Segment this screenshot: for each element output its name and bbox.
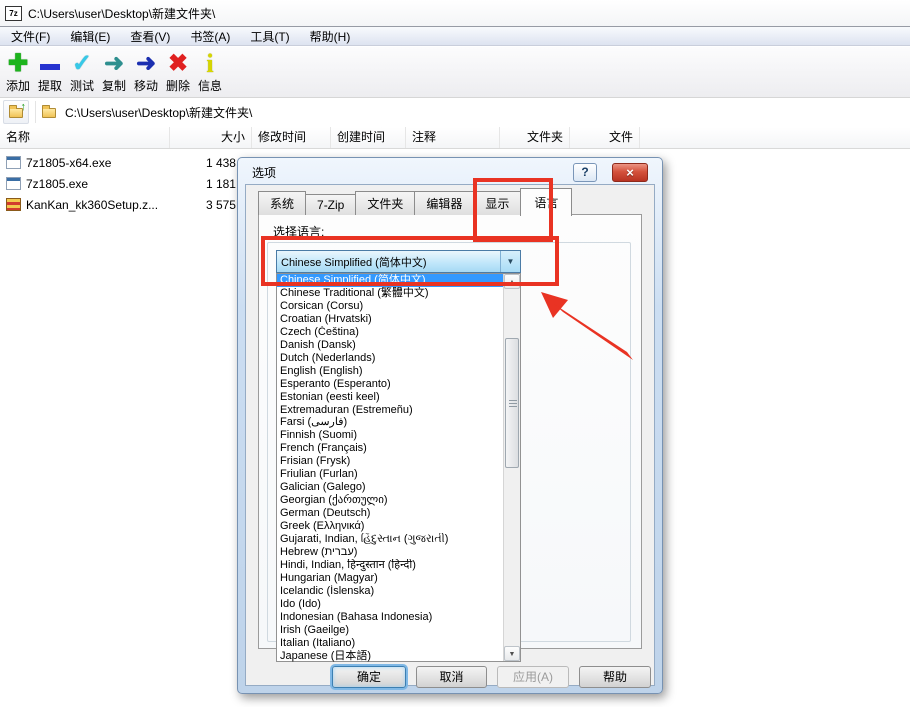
exe-file-icon	[6, 177, 21, 190]
language-option[interactable]: Chinese Traditional (繁體中文)	[277, 287, 504, 300]
language-option[interactable]: Greek (Ελληνικά)	[277, 520, 504, 533]
file-row[interactable]: 7z1805.exe	[0, 173, 88, 194]
language-option[interactable]: Ido (Ido)	[277, 598, 504, 611]
language-option[interactable]: Estonian (eesti keel)	[277, 391, 504, 404]
window-titlebar: 7z C:\Users\user\Desktop\新建文件夹\	[0, 0, 910, 26]
column-folders[interactable]: 文件夹	[500, 127, 570, 148]
annotation-arrow	[525, 283, 645, 373]
menu-edit[interactable]: 编辑(E)	[61, 26, 119, 47]
language-option[interactable]: Dutch (Nederlands)	[277, 352, 504, 365]
help-button-bottom[interactable]: 帮助	[579, 666, 651, 688]
language-option[interactable]: Japanese (日本語)	[277, 650, 504, 663]
language-option[interactable]: Hindi, Indian, हिन्दुस्तान (हिन्दी)	[277, 559, 504, 572]
language-option[interactable]: Corsican (Corsu)	[277, 300, 504, 313]
test-button[interactable]: ✓ 测试	[66, 49, 98, 93]
language-option[interactable]: Georgian (ქართული)	[277, 494, 504, 507]
language-option[interactable]: Danish (Dansk)	[277, 339, 504, 352]
add-button[interactable]: ✚ 添加	[2, 49, 34, 93]
language-option[interactable]: Friulian (Furlan)	[277, 468, 504, 481]
file-size: 1 181 0	[156, 177, 246, 191]
language-option[interactable]: Italian (Italiano)	[277, 637, 504, 650]
language-option[interactable]: French (Français)	[277, 442, 504, 455]
scrollbar-thumb[interactable]	[505, 338, 519, 468]
close-icon[interactable]: ×	[612, 163, 648, 182]
language-option[interactable]: Finnish (Suomi)	[277, 429, 504, 442]
copy-button[interactable]: ➜ 复制	[98, 49, 130, 93]
folder-up-button[interactable]: ↑	[3, 100, 29, 124]
add-icon: ✚	[2, 49, 34, 79]
file-size: 1 438 0	[156, 156, 246, 170]
extract-button[interactable]: ▬ 提取	[34, 49, 66, 93]
language-option[interactable]: Czech (Čeština)	[277, 326, 504, 339]
dropdown-scrollbar[interactable]: ▲ ▼	[503, 274, 520, 661]
column-name[interactable]: 名称	[0, 127, 170, 148]
address-path[interactable]: C:\Users\user\Desktop\新建文件夹\	[65, 104, 252, 121]
app-icon: 7z	[5, 6, 22, 21]
menu-view[interactable]: 查看(V)	[121, 26, 179, 47]
tab-7zip[interactable]: 7-Zip	[305, 194, 356, 215]
tab-system[interactable]: 系统	[258, 191, 306, 215]
language-option[interactable]: Hungarian (Magyar)	[277, 572, 504, 585]
info-icon: i	[194, 49, 226, 79]
archive-file-icon	[6, 198, 21, 211]
window-title: C:\Users\user\Desktop\新建文件夹\	[28, 5, 215, 22]
language-option[interactable]: Galician (Galego)	[277, 481, 504, 494]
menu-bar: 文件(F) 编辑(E) 查看(V) 书签(A) 工具(T) 帮助(H)	[0, 26, 910, 46]
file-size: 3 575 9	[156, 198, 246, 212]
address-bar: ↑ C:\Users\user\Desktop\新建文件夹\	[0, 98, 910, 126]
language-option[interactable]: Irish (Gaeilge)	[277, 624, 504, 637]
file-row[interactable]: KanKan_kk360Setup.z...	[0, 194, 158, 215]
path-folder-icon	[42, 106, 58, 119]
exe-file-icon	[6, 156, 21, 169]
scrollbar-grip	[509, 400, 517, 408]
scroll-down-icon[interactable]: ▼	[504, 646, 520, 661]
language-option[interactable]: German (Deutsch)	[277, 507, 504, 520]
annotation-box-combobox	[261, 236, 559, 286]
toolbar: ✚ 添加 ▬ 提取 ✓ 测试 ➜ 复制 ➜ 移动 ✖ 删除 i 信息	[0, 47, 910, 98]
menu-tools[interactable]: 工具(T)	[241, 26, 298, 47]
tab-editor[interactable]: 编辑器	[414, 191, 474, 215]
language-option[interactable]: Croatian (Hrvatski)	[277, 313, 504, 326]
language-option[interactable]: Indonesian (Bahasa Indonesia)	[277, 611, 504, 624]
language-option[interactable]: Frisian (Frysk)	[277, 455, 504, 468]
annotation-box-language-tab	[473, 178, 553, 242]
language-option[interactable]: Gujarati, Indian, હિંદુસ્તાન (ગુજરાતી)	[277, 533, 504, 546]
file-row[interactable]: 7z1805-x64.exe	[0, 152, 111, 173]
language-option[interactable]: English (English)	[277, 365, 504, 378]
column-files[interactable]: 文件	[570, 127, 640, 148]
dialog-title: 选项	[252, 164, 276, 181]
move-icon: ➜	[130, 49, 162, 79]
info-button[interactable]: i 信息	[194, 49, 226, 93]
tab-folders[interactable]: 文件夹	[355, 191, 415, 215]
language-option[interactable]: Extremaduran (Estremeñu)	[277, 404, 504, 417]
extract-icon: ▬	[34, 49, 66, 79]
column-created[interactable]: 创建时间	[331, 127, 406, 148]
up-arrow-icon: ↑	[21, 101, 27, 113]
menu-file[interactable]: 文件(F)	[2, 26, 59, 47]
move-button[interactable]: ➜ 移动	[130, 49, 162, 93]
help-button[interactable]: ?	[573, 163, 597, 182]
menu-bookmarks[interactable]: 书签(A)	[181, 26, 239, 47]
test-icon: ✓	[66, 49, 98, 79]
menu-help[interactable]: 帮助(H)	[301, 26, 360, 47]
apply-button[interactable]: 应用(A)	[497, 666, 569, 688]
language-option[interactable]: Farsi (فارسی)	[277, 416, 504, 429]
ok-button[interactable]: 确定	[332, 666, 406, 688]
column-size[interactable]: 大小	[170, 127, 252, 148]
copy-icon: ➜	[98, 49, 130, 79]
column-header-row: 名称 大小 修改时间 创建时间 注释 文件夹 文件	[0, 127, 910, 149]
language-option[interactable]: Hebrew (עברית)	[277, 546, 504, 559]
language-dropdown-list: Chinese Simplified (简体中文) Chinese Tradit…	[276, 273, 521, 662]
language-option[interactable]: Icelandic (Íslenska)	[277, 585, 504, 598]
cancel-button[interactable]: 取消	[416, 666, 487, 688]
delete-icon: ✖	[162, 49, 194, 79]
column-modified[interactable]: 修改时间	[252, 127, 331, 148]
language-option[interactable]: Esperanto (Esperanto)	[277, 378, 504, 391]
delete-button[interactable]: ✖ 删除	[162, 49, 194, 93]
column-comment[interactable]: 注释	[406, 127, 500, 148]
